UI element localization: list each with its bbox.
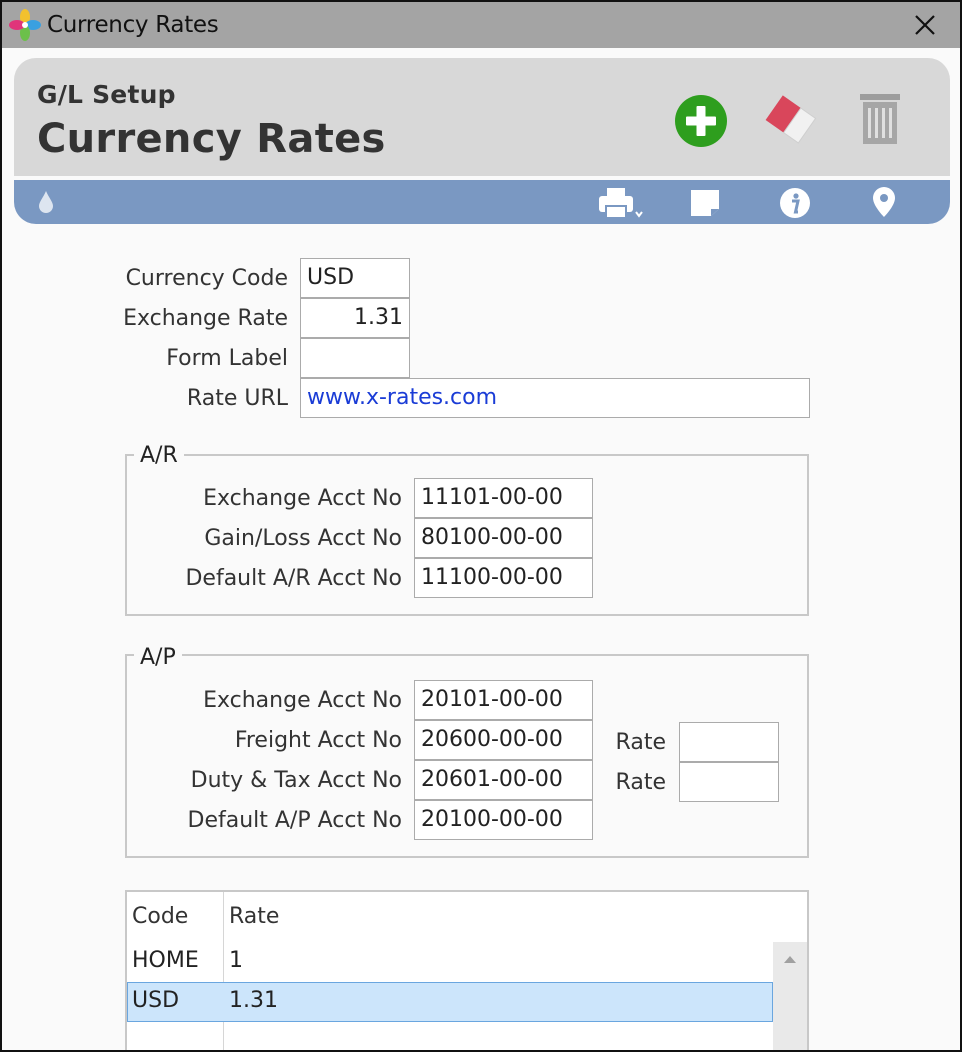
exchange-rate-field[interactable]: 1.31	[300, 298, 410, 338]
currency-grid: Code Rate HOME 1 USD 1.31	[125, 890, 809, 1050]
location-pin-icon[interactable]	[872, 186, 896, 218]
page-header: G/L Setup Currency Rates	[14, 58, 950, 176]
close-button[interactable]	[910, 10, 940, 40]
cell-code: HOME	[132, 948, 199, 973]
currency-rates-window: Currency Rates G/L Setup Currency Rates	[0, 0, 962, 1052]
ar-default-acct-field[interactable]: 11100-00-00	[414, 558, 593, 598]
note-icon[interactable]	[690, 189, 720, 217]
ar-group-title: A/R	[134, 443, 184, 468]
rate-url-label: Rate URL	[186, 386, 288, 411]
scroll-up-arrow-icon[interactable]	[783, 954, 797, 964]
vertical-scrollbar[interactable]	[773, 942, 807, 1050]
print-icon[interactable]	[598, 186, 646, 220]
ar-gain-loss-acct-field[interactable]: 80100-00-00	[414, 518, 593, 558]
ar-exchange-acct-field[interactable]: 11101-00-00	[414, 478, 593, 518]
breadcrumb: G/L Setup	[37, 80, 176, 109]
drop-icon[interactable]	[38, 190, 54, 214]
add-button[interactable]	[674, 94, 728, 148]
cell-rate: 1	[229, 948, 243, 973]
form-label-field[interactable]	[300, 338, 410, 378]
table-row-selected[interactable]: USD 1.31	[127, 982, 773, 1022]
app-logo-icon	[9, 9, 41, 41]
column-header-rate[interactable]: Rate	[229, 904, 279, 929]
delete-button[interactable]	[859, 92, 901, 146]
duty-rate-field[interactable]	[679, 762, 779, 802]
ap-group-title: A/P	[134, 645, 182, 670]
column-header-code[interactable]: Code	[132, 904, 188, 929]
table-row[interactable]: HOME 1	[127, 942, 773, 982]
info-icon[interactable]	[779, 187, 811, 219]
ap-default-acct-field[interactable]: 20100-00-00	[414, 800, 593, 840]
cell-code: USD	[132, 988, 180, 1013]
ap-exchange-acct-label: Exchange Acct No	[203, 688, 402, 713]
ar-exchange-acct-label: Exchange Acct No	[203, 486, 402, 511]
freight-rate-label: Rate	[615, 730, 666, 755]
ap-exchange-acct-field[interactable]: 20101-00-00	[414, 680, 593, 720]
ar-default-acct-label: Default A/R Acct No	[185, 566, 402, 591]
ar-gain-loss-acct-label: Gain/Loss Acct No	[204, 526, 402, 551]
ap-freight-acct-label: Freight Acct No	[234, 728, 402, 753]
title-bar: Currency Rates	[2, 2, 960, 48]
freight-rate-field[interactable]	[679, 722, 779, 762]
window-title: Currency Rates	[47, 12, 219, 38]
currency-code-label: Currency Code	[125, 266, 288, 291]
rate-url-field[interactable]: www.x-rates.com	[300, 378, 810, 418]
duty-rate-label: Rate	[615, 770, 666, 795]
clear-button[interactable]	[760, 92, 820, 148]
form-label-label: Form Label	[166, 346, 288, 371]
page-title: Currency Rates	[37, 116, 386, 162]
cell-rate: 1.31	[229, 988, 278, 1013]
ap-default-acct-label: Default A/P Acct No	[187, 808, 403, 833]
currency-code-field[interactable]: USD	[300, 258, 410, 298]
toolbar	[14, 180, 950, 224]
ap-duty-tax-acct-label: Duty & Tax Acct No	[190, 768, 402, 793]
exchange-rate-label: Exchange Rate	[123, 306, 288, 331]
